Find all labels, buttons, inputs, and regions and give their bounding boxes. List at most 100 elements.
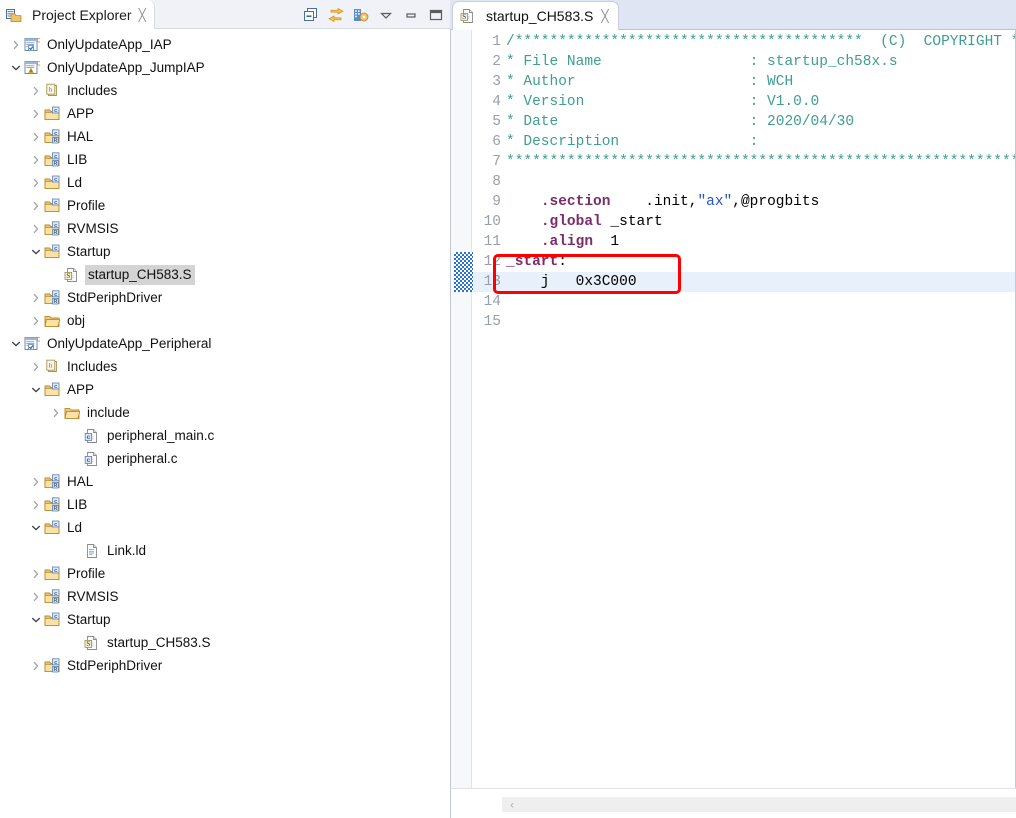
tree-item-app[interactable]: cAPP	[0, 378, 450, 401]
svg-text:R: R	[53, 299, 57, 305]
chevron-right-icon[interactable]	[48, 401, 64, 424]
chevron-down-icon[interactable]	[8, 332, 24, 355]
project-explorer-toolbar	[303, 0, 444, 29]
view-menu-build-icon[interactable]	[353, 7, 369, 23]
tree-item-onlyupdateapp-jumpiap[interactable]: COnlyUpdateApp_JumpIAP	[0, 56, 450, 79]
tab-startup-ch583-s[interactable]: S startup_CH583.S ╳	[452, 1, 619, 30]
tree-item-label: RVMSIS	[65, 220, 121, 238]
tree-item-hal[interactable]: cRHAL	[0, 125, 450, 148]
code-line-5[interactable]: 5* Date : 2020/04/30	[473, 112, 1015, 132]
scroll-left-icon[interactable]: ‹	[505, 797, 519, 812]
code-line-4[interactable]: 4* Version : V1.0.0	[473, 92, 1015, 112]
chevron-right-icon[interactable]	[28, 470, 44, 493]
code-line-2[interactable]: 2* File Name : startup_ch58x.s	[473, 52, 1015, 72]
chevron-down-icon[interactable]	[28, 608, 44, 631]
code-line-1[interactable]: 1/**************************************…	[473, 32, 1015, 52]
editor-horizontal-scrollbar[interactable]: ‹	[450, 788, 1016, 818]
code-line-15[interactable]: 15	[473, 312, 1015, 332]
code-line-11[interactable]: 11 .align 1	[473, 232, 1015, 252]
tree-item-startup-ch583-s[interactable]: Sstartup_CH583.S	[0, 263, 450, 286]
minimize-icon[interactable]	[403, 7, 419, 23]
editor-tab-label: startup_CH583.S	[486, 8, 593, 24]
collapse-all-icon[interactable]	[303, 7, 319, 23]
close-icon[interactable]: ╳	[601, 10, 608, 22]
tree-item-profile[interactable]: cProfile	[0, 562, 450, 585]
close-icon[interactable]: ╳	[139, 9, 146, 21]
chevron-right-icon[interactable]	[28, 355, 44, 378]
chevron-down-icon[interactable]	[28, 378, 44, 401]
code-span-txt: .init,	[610, 194, 697, 210]
tree-item-startup[interactable]: cStartup	[0, 608, 450, 631]
tree-item-link-ld[interactable]: Link.ld	[0, 539, 450, 562]
tree-item-startup[interactable]: cStartup	[0, 240, 450, 263]
c-file-icon: c	[84, 428, 100, 444]
svg-text:c: c	[54, 659, 57, 665]
chevron-right-icon[interactable]	[28, 309, 44, 332]
tree-item-app[interactable]: cAPP	[0, 102, 450, 125]
editor-marker-column[interactable]	[451, 30, 472, 788]
chevron-right-icon[interactable]	[28, 125, 44, 148]
tree-spacer	[68, 631, 84, 654]
tree-item-includes[interactable]: hIncludes	[0, 79, 450, 102]
code-editor[interactable]: 1/**************************************…	[450, 30, 1016, 788]
tree-item-hal[interactable]: cRHAL	[0, 470, 450, 493]
chevron-down-icon[interactable]	[8, 56, 24, 79]
chevron-right-icon[interactable]	[28, 102, 44, 125]
scrollbar-track[interactable]	[502, 797, 1016, 812]
tree-item-ld[interactable]: cLd	[0, 171, 450, 194]
chevron-right-icon[interactable]	[28, 562, 44, 585]
tree-item-startup-ch583-s[interactable]: Sstartup_CH583.S	[0, 631, 450, 654]
tree-item-peripheral-main-c[interactable]: cperipheral_main.c	[0, 424, 450, 447]
chevron-right-icon[interactable]	[28, 79, 44, 102]
code-span-lbl: _start	[506, 254, 558, 270]
chevron-right-icon[interactable]	[8, 33, 24, 56]
chevron-right-icon[interactable]	[28, 148, 44, 171]
tree-item-includes[interactable]: hIncludes	[0, 355, 450, 378]
view-menu-chevron-icon[interactable]	[378, 7, 394, 23]
chevron-down-icon[interactable]	[28, 240, 44, 263]
project-tree[interactable]: COnlyUpdateApp_IAPCOnlyUpdateApp_JumpIAP…	[0, 29, 450, 818]
tree-item-stdperiphdriver[interactable]: cRStdPeriphDriver	[0, 286, 450, 309]
code-line-text: * Date : 2020/04/30	[506, 112, 854, 132]
tree-item-rvmsis[interactable]: cRRVMSIS	[0, 217, 450, 240]
tree-item-stdperiphdriver[interactable]: cRStdPeriphDriver	[0, 654, 450, 677]
code-line-7[interactable]: 7***************************************…	[473, 152, 1015, 172]
code-line-12[interactable]: 12_start:	[473, 252, 1015, 272]
project-explorer-tab-label: Project Explorer	[32, 7, 132, 23]
tree-item-onlyupdateapp-peripheral[interactable]: COnlyUpdateApp_Peripheral	[0, 332, 450, 355]
code-line-13[interactable]: 13 j 0x3C000	[473, 272, 1015, 292]
tree-item-peripheral-c[interactable]: cperipheral.c	[0, 447, 450, 470]
code-line-6[interactable]: 6* Description :	[473, 132, 1015, 152]
code-span-cmt: * Date : 2020/04/30	[506, 114, 854, 130]
chevron-right-icon[interactable]	[28, 194, 44, 217]
tree-item-obj[interactable]: obj	[0, 309, 450, 332]
tab-project-explorer[interactable]: Project Explorer ╳	[0, 0, 155, 29]
chevron-right-icon[interactable]	[28, 171, 44, 194]
maximize-icon[interactable]	[428, 7, 444, 23]
asm-file-icon: S	[64, 267, 80, 283]
tree-item-profile[interactable]: cProfile	[0, 194, 450, 217]
tree-item-include[interactable]: include	[0, 401, 450, 424]
tree-item-rvmsis[interactable]: cRRVMSIS	[0, 585, 450, 608]
code-line-text: j 0x3C000	[506, 272, 637, 292]
code-content[interactable]: 1/**************************************…	[473, 30, 1015, 788]
tree-item-onlyupdateapp-iap[interactable]: COnlyUpdateApp_IAP	[0, 33, 450, 56]
code-line-text: .global _start	[506, 212, 663, 232]
chevron-right-icon[interactable]	[28, 585, 44, 608]
chevron-right-icon[interactable]	[28, 217, 44, 240]
code-line-10[interactable]: 10 .global _start	[473, 212, 1015, 232]
tree-item-ld[interactable]: cLd	[0, 516, 450, 539]
code-line-3[interactable]: 3* Author : WCH	[473, 72, 1015, 92]
line-number: 5	[473, 112, 506, 132]
link-with-editor-icon[interactable]	[328, 7, 344, 23]
chevron-right-icon[interactable]	[28, 286, 44, 309]
tree-item-lib[interactable]: cRLIB	[0, 148, 450, 171]
line-number: 15	[473, 312, 506, 332]
chevron-right-icon[interactable]	[28, 654, 44, 677]
chevron-down-icon[interactable]	[28, 516, 44, 539]
code-line-8[interactable]: 8	[473, 172, 1015, 192]
tree-item-lib[interactable]: cRLIB	[0, 493, 450, 516]
code-line-9[interactable]: 9 .section .init,"ax",@progbits	[473, 192, 1015, 212]
chevron-right-icon[interactable]	[28, 493, 44, 516]
code-line-14[interactable]: 14	[473, 292, 1015, 312]
